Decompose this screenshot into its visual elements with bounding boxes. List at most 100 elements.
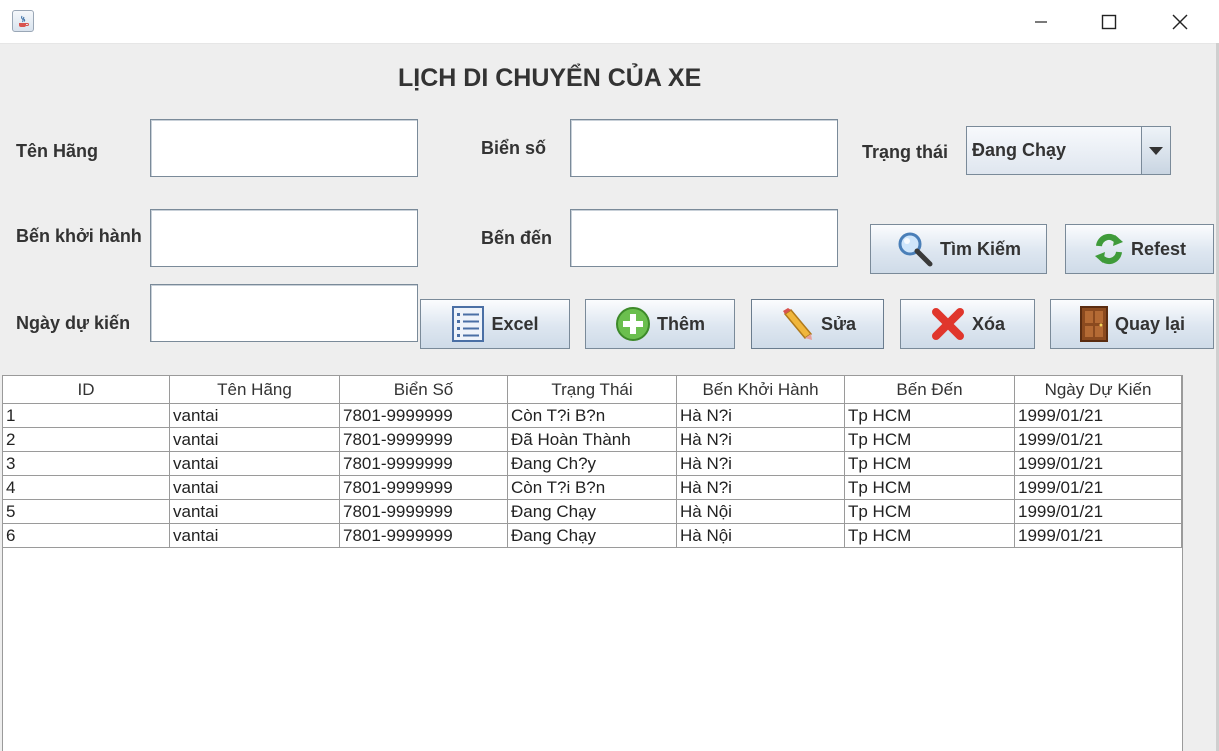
ten-hang-input[interactable]: [150, 119, 418, 177]
add-button[interactable]: Thêm: [585, 299, 735, 349]
cell-ngay-du-kien: 1999/01/21: [1015, 524, 1182, 548]
cell-bien-so: 7801-9999999: [340, 428, 508, 452]
cell-trang-thai: Còn T?i B?n: [508, 404, 677, 428]
cell-ben-khoi-hanh: Hà N?i: [677, 476, 845, 500]
close-icon: [1172, 14, 1188, 29]
cell-ngay-du-kien: 1999/01/21: [1015, 476, 1182, 500]
bien-so-label: Biển số: [481, 138, 547, 158]
ben-khoi-hanh-input[interactable]: [150, 209, 418, 267]
cell-id: 5: [3, 500, 170, 524]
trang-thai-selected-value: Đang Chạy: [972, 140, 1067, 160]
table-row[interactable]: 1 vantai 7801-9999999 Còn T?i B?n Hà N?i…: [3, 404, 1182, 428]
ngay-du-kien-label: Ngày dự kiến: [16, 313, 131, 333]
refresh-button[interactable]: Refest: [1065, 224, 1214, 274]
column-header-bien-so[interactable]: Biển Số: [340, 376, 508, 404]
java-app-icon[interactable]: [12, 10, 34, 32]
cell-ben-den: Tp HCM: [845, 500, 1015, 524]
cell-ngay-du-kien: 1999/01/21: [1015, 428, 1182, 452]
trang-thai-select[interactable]: Đang Chạy: [966, 126, 1171, 175]
cell-ben-khoi-hanh: Hà N?i: [677, 452, 845, 476]
schedule-table[interactable]: ID Tên Hãng Biển Số Trạng Thái Bến Khởi …: [2, 375, 1183, 751]
window-titlebar: [0, 0, 1219, 44]
table-row[interactable]: 5 vantai 7801-9999999 Đang Chạy Hà Nội T…: [3, 500, 1182, 524]
excel-button-label: Excel: [491, 313, 539, 334]
cell-bien-so: 7801-9999999: [340, 524, 508, 548]
edit-button[interactable]: Sửa: [751, 299, 884, 349]
dropdown-arrow[interactable]: [1141, 127, 1170, 174]
cell-ten-hang: vantai: [170, 404, 340, 428]
cell-trang-thai: Đang Ch?y: [508, 452, 677, 476]
cell-id: 2: [3, 428, 170, 452]
cell-ten-hang: vantai: [170, 428, 340, 452]
cell-ten-hang: vantai: [170, 476, 340, 500]
delete-button-label: Xóa: [971, 313, 1005, 334]
cell-ben-den: Tp HCM: [845, 404, 1015, 428]
cell-ben-den: Tp HCM: [845, 524, 1015, 548]
page-title: LỊCH DI CHUYỂN CỦA XE: [398, 64, 702, 92]
cell-trang-thai: Đã Hoàn Thành: [508, 428, 677, 452]
column-header-ten-hang[interactable]: Tên Hãng: [170, 376, 340, 404]
maximize-icon: [1101, 14, 1117, 29]
trang-thai-label: Trạng thái: [862, 142, 949, 162]
cell-trang-thai: Đang Chạy: [508, 524, 677, 548]
magnifier-icon: [896, 230, 934, 268]
delete-button[interactable]: Xóa: [900, 299, 1035, 349]
column-header-ngay-du-kien[interactable]: Ngày Dự Kiến: [1015, 376, 1182, 404]
list-document-icon: [451, 305, 485, 343]
cell-ten-hang: vantai: [170, 452, 340, 476]
cell-id: 4: [3, 476, 170, 500]
table-row[interactable]: 2 vantai 7801-9999999 Đã Hoàn Thành Hà N…: [3, 428, 1182, 452]
search-button-label: Tìm Kiếm: [939, 238, 1022, 259]
cell-ben-khoi-hanh: Hà Nội: [677, 500, 845, 524]
table-row[interactable]: 6 vantai 7801-9999999 Đang Chạy Hà Nội T…: [3, 524, 1182, 548]
cell-ben-khoi-hanh: Hà N?i: [677, 404, 845, 428]
ten-hang-label: Tên Hãng: [16, 141, 99, 161]
cell-trang-thai: Còn T?i B?n: [508, 476, 677, 500]
refresh-icon: [1093, 232, 1125, 266]
cell-trang-thai: Đang Chạy: [508, 500, 677, 524]
maximize-button[interactable]: [1086, 0, 1132, 43]
cell-id: 6: [3, 524, 170, 548]
table-row[interactable]: 3 vantai 7801-9999999 Đang Ch?y Hà N?i T…: [3, 452, 1182, 476]
ben-den-input[interactable]: [570, 209, 838, 267]
cell-ngay-du-kien: 1999/01/21: [1015, 500, 1182, 524]
column-header-id[interactable]: ID: [3, 376, 170, 404]
pencil-icon: [779, 306, 815, 342]
cell-bien-so: 7801-9999999: [340, 452, 508, 476]
close-button[interactable]: [1157, 0, 1203, 43]
add-icon: [615, 306, 651, 342]
back-button-label: Quay lại: [1114, 313, 1186, 334]
cell-ngay-du-kien: 1999/01/21: [1015, 404, 1182, 428]
column-header-trang-thai[interactable]: Trạng Thái: [508, 376, 677, 404]
ben-den-label: Bến đến: [481, 228, 553, 248]
ngay-du-kien-input[interactable]: [150, 284, 418, 342]
search-button[interactable]: Tìm Kiếm: [870, 224, 1047, 274]
cell-bien-so: 7801-9999999: [340, 500, 508, 524]
edit-button-label: Sửa: [820, 313, 857, 334]
cell-ben-khoi-hanh: Hà N?i: [677, 428, 845, 452]
cell-ben-khoi-hanh: Hà Nội: [677, 524, 845, 548]
chevron-down-icon: [1149, 146, 1163, 155]
cell-bien-so: 7801-9999999: [340, 476, 508, 500]
cell-ngay-du-kien: 1999/01/21: [1015, 452, 1182, 476]
cell-id: 3: [3, 452, 170, 476]
minimize-button[interactable]: [1018, 0, 1064, 43]
cell-ben-den: Tp HCM: [845, 452, 1015, 476]
excel-button[interactable]: Excel: [420, 299, 570, 349]
column-header-ben-khoi-hanh[interactable]: Bến Khởi Hành: [677, 376, 845, 404]
ben-khoi-hanh-label: Bến khởi hành: [16, 226, 142, 246]
delete-x-icon: [930, 306, 966, 342]
back-button[interactable]: Quay lại: [1050, 299, 1214, 349]
door-icon: [1079, 305, 1109, 343]
cell-ben-den: Tp HCM: [845, 476, 1015, 500]
minimize-icon: [1035, 20, 1047, 23]
cell-ten-hang: vantai: [170, 524, 340, 548]
add-button-label: Thêm: [656, 313, 705, 334]
cell-ten-hang: vantai: [170, 500, 340, 524]
refresh-button-label: Refest: [1130, 238, 1187, 259]
cell-bien-so: 7801-9999999: [340, 404, 508, 428]
table-row[interactable]: 4 vantai 7801-9999999 Còn T?i B?n Hà N?i…: [3, 476, 1182, 500]
cell-ben-den: Tp HCM: [845, 428, 1015, 452]
column-header-ben-den[interactable]: Bến Đến: [845, 376, 1015, 404]
bien-so-input[interactable]: [570, 119, 838, 177]
